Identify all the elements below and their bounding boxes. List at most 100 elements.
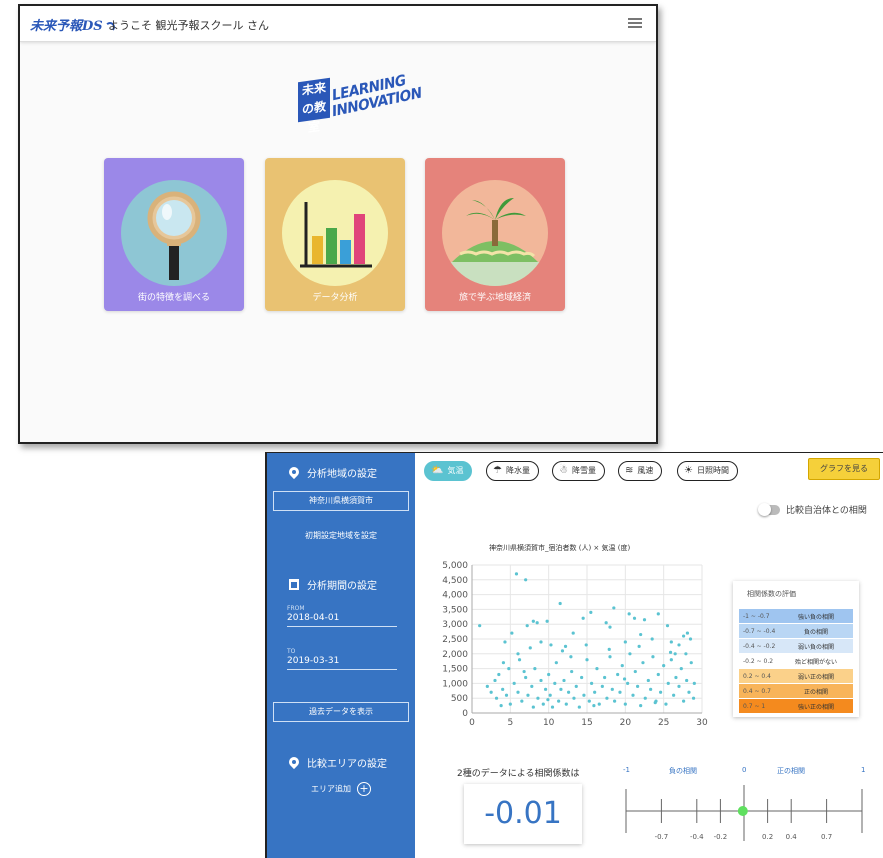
brand-logo: 未来の教室 LEARNING INNOVATION bbox=[298, 71, 421, 135]
scale-tick-label: -0.7 bbox=[655, 833, 669, 841]
y-tick-label: 1,500 bbox=[442, 665, 468, 675]
scatter-point bbox=[618, 690, 622, 694]
x-tick-label: 10 bbox=[543, 718, 555, 728]
chip-label: 風速 bbox=[637, 466, 654, 475]
chip-temperature[interactable]: ⛅ 気温 bbox=[424, 461, 473, 481]
scale-tick-label: 0.2 bbox=[762, 833, 773, 841]
legend-range: -0.7 ~ -0.4 bbox=[743, 627, 776, 635]
cloud-sun-icon: ⛅ bbox=[431, 465, 444, 476]
location-pin-icon bbox=[289, 467, 299, 479]
scatter-point bbox=[524, 675, 528, 680]
correlation-marker bbox=[737, 806, 748, 816]
palm-island-icon bbox=[442, 180, 548, 286]
chip-precipitation[interactable]: ☂ 降水量 bbox=[486, 461, 539, 481]
scatter-point bbox=[478, 624, 482, 628]
scatter-point bbox=[659, 690, 663, 694]
compare-correlation-label: 比較自治体との相関 bbox=[786, 506, 867, 516]
legend-range: 0.4 ~ 0.7 bbox=[743, 687, 771, 695]
region-section-title: 分析地域の設定 bbox=[289, 465, 377, 480]
chip-sunshine-hours[interactable]: ☀ 日照時間 bbox=[677, 461, 738, 481]
scatter-point bbox=[673, 652, 677, 656]
add-area-button[interactable]: エリア追加 + bbox=[267, 782, 415, 796]
scatter-point bbox=[669, 640, 673, 644]
legend-description: 弱い正の相関 bbox=[797, 673, 834, 681]
scatter-point bbox=[691, 696, 696, 700]
scatter-point bbox=[623, 702, 627, 706]
scatter-point bbox=[642, 618, 647, 622]
scatter-point bbox=[597, 702, 601, 706]
app-logo[interactable]: 未来予報DS bbox=[30, 15, 115, 34]
scatter-point bbox=[524, 578, 528, 582]
scatter-point bbox=[607, 647, 611, 651]
scatter-point bbox=[577, 705, 581, 709]
scatter-point bbox=[604, 621, 608, 625]
legend-range: -0.4 ~ -0.2 bbox=[743, 642, 776, 650]
x-tick-label: 20 bbox=[620, 718, 632, 728]
scatter-point bbox=[666, 681, 670, 685]
app-bar: 未来予報DS ようこそ 観光予報スクール さん bbox=[20, 6, 656, 42]
card-town-features[interactable]: 街の特徴を調べる bbox=[104, 158, 244, 311]
region-select-button[interactable]: 神奈川県横須賀市 bbox=[273, 491, 409, 511]
scatter-point bbox=[544, 687, 548, 691]
chip-label: 気温 bbox=[447, 466, 464, 475]
scatter-point bbox=[689, 661, 693, 665]
scatter-point bbox=[668, 650, 673, 654]
legend-description: 負の相関 bbox=[803, 628, 828, 636]
scale-max-label: 1 bbox=[861, 766, 866, 774]
scatter-point bbox=[684, 652, 688, 656]
scatter-point bbox=[557, 699, 561, 703]
scatter-point bbox=[501, 687, 505, 691]
card-label: データ分析 bbox=[312, 293, 358, 303]
scatter-point bbox=[528, 646, 532, 650]
scatter-point bbox=[536, 696, 540, 700]
scatter-point bbox=[622, 677, 627, 681]
magnifier-icon bbox=[121, 180, 227, 286]
hamburger-menu-icon[interactable] bbox=[628, 16, 642, 30]
chip-snowfall[interactable]: ☃ 降雪量 bbox=[552, 461, 605, 481]
legend-row: 0.4 ~ 0.7 正の相関 bbox=[739, 684, 853, 698]
legend-range: -1 ~ -0.7 bbox=[743, 612, 770, 620]
past-data-button[interactable]: 過去データを表示 bbox=[273, 702, 409, 722]
bottom-window: 分析地域の設定 神奈川県横須賀市 初期設定地域を設定 分析期間の設定 FROM … bbox=[265, 452, 883, 858]
scatter-point bbox=[494, 696, 499, 700]
scatter-point bbox=[641, 661, 645, 665]
scatter-point bbox=[692, 681, 696, 685]
card-regional-economy[interactable]: 旅で学ぶ地域経済 bbox=[425, 158, 565, 311]
scatter-point bbox=[623, 640, 627, 644]
show-graph-button[interactable]: グラフを見る bbox=[808, 458, 880, 480]
scatter-point bbox=[572, 696, 576, 700]
scatter-point bbox=[682, 699, 686, 703]
scatter-point bbox=[525, 624, 529, 628]
y-tick-label: 4,500 bbox=[442, 576, 468, 586]
y-tick-label: 3,500 bbox=[442, 605, 468, 615]
scatter-point bbox=[605, 696, 609, 700]
scatter-point bbox=[639, 704, 643, 708]
scatter-point bbox=[535, 621, 539, 625]
scatter-point bbox=[674, 675, 678, 680]
legend-description: 殆ど相関がない bbox=[794, 658, 837, 666]
scatter-point bbox=[653, 701, 657, 705]
scatter-point bbox=[608, 655, 612, 659]
scatter-point bbox=[539, 640, 543, 644]
scatter-point bbox=[651, 655, 655, 659]
legend-range: -0.2 ~ 0.2 bbox=[743, 657, 774, 665]
scatter-point bbox=[582, 693, 586, 697]
to-date-input[interactable]: 2019-03-31 bbox=[287, 656, 397, 670]
chip-wind-speed[interactable]: ≋ 風速 bbox=[618, 461, 663, 481]
scatter-point bbox=[688, 637, 693, 641]
scatter-point bbox=[616, 672, 620, 677]
scale-negative-label: 負の相関 bbox=[669, 767, 697, 775]
compare-section-title: 比較エリアの設定 bbox=[289, 755, 387, 770]
from-date-input[interactable]: 2018-04-01 bbox=[287, 613, 397, 627]
bar-chart-icon bbox=[282, 180, 388, 286]
card-data-analysis[interactable]: データ分析 bbox=[265, 158, 405, 311]
scatter-point bbox=[581, 616, 585, 620]
scatter-point bbox=[516, 652, 520, 656]
legend-description: 強い負の相関 bbox=[797, 613, 834, 621]
top-window: 未来予報DS ようこそ 観光予報スクール さん 未来の教室 LEARNING I… bbox=[18, 4, 658, 444]
scatter-point bbox=[545, 619, 549, 623]
y-tick-label: 2,500 bbox=[442, 635, 468, 645]
compare-correlation-toggle[interactable] bbox=[758, 503, 780, 516]
initial-region-link[interactable]: 初期設定地域を設定 bbox=[267, 530, 415, 541]
legend-description: 正の相関 bbox=[803, 688, 828, 696]
